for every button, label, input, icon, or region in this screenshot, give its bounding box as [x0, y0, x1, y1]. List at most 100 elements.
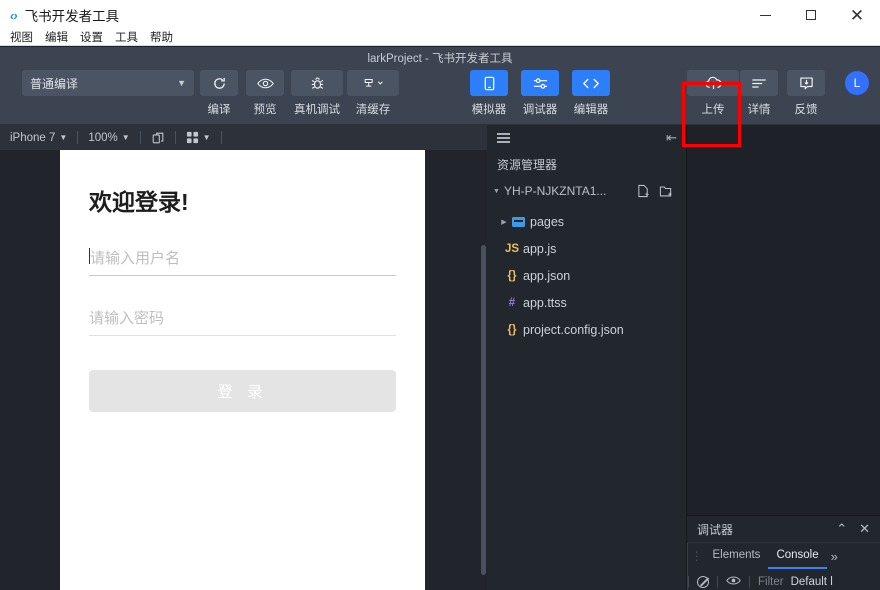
menu-item-settings[interactable]: 设置: [74, 30, 109, 46]
password-field[interactable]: 请输入密码: [89, 307, 396, 336]
rotate-device-icon: [152, 132, 164, 143]
app-logo-icon: ‹›: [10, 7, 18, 23]
more-tabs-icon[interactable]: »: [831, 549, 838, 564]
debugger-header: 调试器 ⌃ ✕: [687, 516, 880, 543]
menu-item-tools[interactable]: 工具: [109, 30, 144, 46]
devtools-tabs: ⋮ Elements Console »: [687, 543, 880, 569]
tree-item-label: app.ttss: [523, 295, 567, 310]
simulator-button[interactable]: 模拟器: [470, 70, 508, 117]
tab-console[interactable]: Console: [768, 543, 827, 569]
file-tree: ▶ pages JS app.js {} app.json # app.ttss…: [487, 208, 687, 343]
simulator-panel: iPhone 7 ▼ 100% ▼ ▼ 欢迎登录! 请输入用户名 请输入密码 登…: [0, 125, 487, 590]
simulator-label: 模拟器: [471, 104, 507, 116]
phone-screen: 欢迎登录! 请输入用户名 请输入密码 登 录: [60, 150, 425, 590]
details-icon: [740, 70, 778, 96]
clear-console-icon[interactable]: [697, 576, 709, 588]
tree-item-app-json[interactable]: {} app.json: [487, 262, 687, 289]
password-underline: [89, 335, 396, 336]
grid-menu-button[interactable]: ▼: [176, 131, 221, 144]
login-button[interactable]: 登 录: [89, 370, 396, 412]
simulator-toolbar: iPhone 7 ▼ 100% ▼ ▼: [0, 125, 487, 150]
menu-item-help[interactable]: 帮助: [144, 30, 179, 46]
password-placeholder: 请输入密码: [89, 310, 165, 327]
divider: |: [716, 576, 719, 588]
username-placeholder: 请输入用户名: [89, 248, 181, 267]
tree-item-app-js[interactable]: JS app.js: [487, 235, 687, 262]
chevron-up-icon[interactable]: ⌃: [836, 521, 847, 537]
log-level-select[interactable]: Default l: [791, 576, 833, 588]
compile-button[interactable]: 编译: [200, 70, 238, 117]
menu-item-edit[interactable]: 编辑: [39, 30, 74, 46]
avatar[interactable]: L: [845, 71, 869, 95]
compile-mode-select[interactable]: 普通编译 ▼: [22, 70, 194, 96]
debugger-panel: 调试器 ⌃ ✕ ⋮ Elements Console » | | | Filte…: [687, 515, 880, 590]
tree-item-pages[interactable]: ▶ pages: [487, 208, 687, 235]
debugger-actions: ⌃ ✕: [836, 521, 870, 537]
refresh-icon: [200, 70, 238, 96]
menu-bar: 视图 编辑 设置 工具 帮助: [0, 30, 880, 46]
device-debug-button[interactable]: 真机调试: [291, 70, 343, 117]
debugger-label: 调试器: [522, 104, 558, 116]
window-controls: ✕: [742, 0, 880, 30]
toolbar-buttons-row: 普通编译 ▼ 编译 预览 真机调试 清缓存 模拟器 调试器 编辑器 上传 详情 …: [0, 70, 880, 147]
app-title: 飞书开发者工具: [24, 9, 120, 24]
maximize-icon: [806, 10, 816, 20]
close-icon[interactable]: ✕: [859, 521, 870, 537]
upload-button[interactable]: 上传: [687, 70, 739, 117]
debugger-button[interactable]: 调试器: [521, 70, 559, 117]
minimize-button[interactable]: [742, 0, 788, 30]
main-toolbar: larkProject - 飞书开发者工具 普通编译 ▼ 编译 预览 真机调试 …: [0, 47, 880, 147]
phone-icon: [470, 70, 508, 96]
maximize-button[interactable]: [788, 0, 834, 30]
code-editor-area[interactable]: [687, 125, 880, 515]
tree-item-label: pages: [530, 214, 565, 229]
project-row[interactable]: ▼ YH-P-NJKZNTA1...: [487, 180, 687, 202]
close-icon: ✕: [849, 5, 865, 25]
feedback-icon: [787, 70, 825, 96]
feedback-button[interactable]: 反馈: [787, 70, 825, 117]
device-debug-label: 真机调试: [294, 104, 340, 116]
tree-item-app-ttss[interactable]: # app.ttss: [487, 289, 687, 316]
json-file-icon: {}: [507, 323, 517, 336]
username-underline: [89, 275, 396, 276]
close-button[interactable]: ✕: [834, 0, 880, 30]
rotate-device-button[interactable]: [141, 131, 175, 145]
eye-icon[interactable]: [726, 575, 741, 589]
username-field[interactable]: 请输入用户名: [89, 247, 396, 276]
compile-label: 编译: [207, 104, 231, 116]
collapse-panel-icon[interactable]: ⇤: [666, 130, 677, 146]
js-file-icon: JS: [504, 242, 520, 255]
cloud-upload-icon: [687, 70, 739, 96]
tree-item-project-config[interactable]: {} project.config.json: [487, 316, 687, 343]
menu-item-view[interactable]: 视图: [4, 30, 39, 46]
divider: |: [687, 576, 690, 588]
broom-icon: [347, 70, 399, 96]
feedback-label: 反馈: [794, 104, 818, 116]
text-cursor: [89, 248, 90, 264]
details-button[interactable]: 详情: [740, 70, 778, 117]
code-icon: [572, 70, 610, 96]
list-icon[interactable]: [497, 133, 510, 143]
device-select[interactable]: iPhone 7 ▼: [0, 132, 77, 144]
divider: [220, 131, 222, 144]
compile-mode-value: 普通编译: [30, 76, 79, 91]
title-bar: ‹› 飞书开发者工具 ✕: [0, 0, 880, 30]
clear-cache-button[interactable]: 清缓存: [347, 70, 399, 117]
editor-button[interactable]: 编辑器: [572, 70, 610, 117]
new-folder-icon[interactable]: [659, 184, 673, 198]
zoom-select[interactable]: 100% ▼: [78, 132, 139, 144]
app-window: ‹› 飞书开发者工具 ✕ 视图 编辑 设置 工具 帮助 larkProject …: [0, 0, 880, 590]
new-file-icon[interactable]: [637, 184, 650, 198]
preview-label: 预览: [253, 104, 277, 116]
device-value: iPhone 7: [10, 131, 56, 144]
folder-icon: [512, 216, 525, 227]
tab-elements[interactable]: Elements: [705, 543, 769, 569]
preview-button[interactable]: 预览: [246, 70, 284, 117]
details-label: 详情: [747, 104, 771, 116]
tree-item-label: app.json: [523, 268, 571, 283]
chevron-down-icon: ▼: [121, 133, 130, 142]
upload-label: 上传: [701, 104, 725, 116]
simulator-scrollbar[interactable]: [481, 245, 486, 575]
filter-input[interactable]: Filter: [758, 576, 784, 588]
explorer-header: ⇤: [487, 125, 687, 151]
